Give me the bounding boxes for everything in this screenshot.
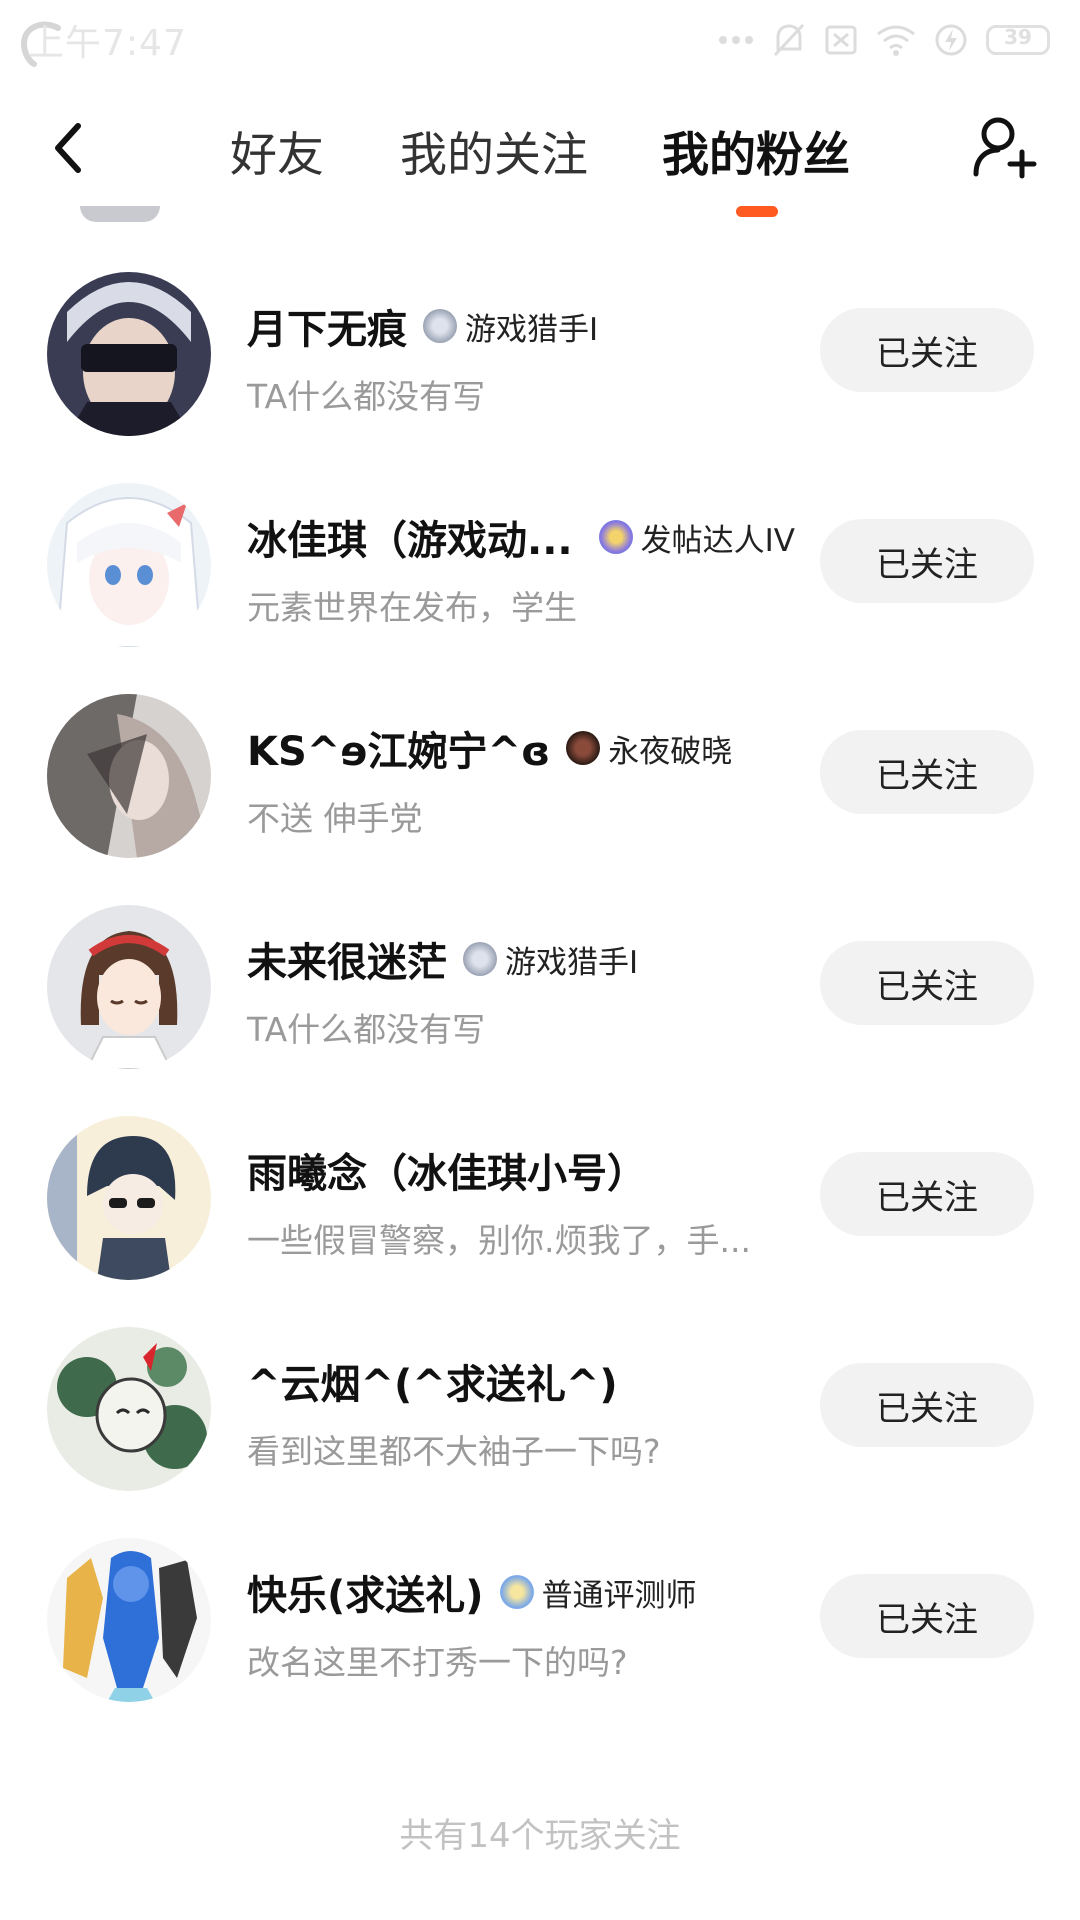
back-icon[interactable] (44, 116, 94, 180)
battery-icon: 39 (986, 25, 1050, 55)
fan-badge: 发帖达人IV (598, 515, 795, 560)
avatar[interactable] (47, 694, 211, 858)
avatar[interactable] (47, 483, 211, 647)
fan-row[interactable]: 月下无痕 游戏猎手I TA什么都没有写 已关注 (0, 248, 1080, 459)
avatar[interactable] (47, 1116, 211, 1280)
fan-bio: 改名这里不打秀一下的吗? (247, 1643, 628, 1682)
status-time: 上午7:47 (28, 23, 187, 64)
fan-row[interactable]: 快乐(求送礼) 普通评测师 改名这里不打秀一下的吗? 已关注 (0, 1514, 1080, 1725)
name-line: ^云烟^(^求送礼^) (247, 1351, 618, 1411)
reviewer-badge-icon (499, 1575, 534, 1609)
name-line: 雨曦念（冰佳琪小号） (247, 1140, 647, 1200)
fan-badge: 游戏猎手I (463, 937, 638, 982)
name-line: 月下无痕 游戏猎手I (247, 296, 598, 356)
badge-label: 永夜破晓 (608, 733, 733, 770)
no-sim-icon (825, 25, 857, 55)
fan-badge: 永夜破晓 (566, 726, 732, 771)
badge-label: 发帖达人IV (640, 522, 795, 559)
avatar[interactable] (47, 1327, 211, 1491)
followed-button[interactable]: 已关注 (820, 308, 1034, 392)
badge-label: 游戏猎手I (505, 944, 639, 981)
avatar[interactable] (47, 905, 211, 1069)
fan-row[interactable]: 雨曦念（冰佳琪小号） 一些假冒警察，别你.烦我了，手... 已关注 (0, 1092, 1080, 1303)
fan-name[interactable]: 未来很迷茫 (247, 930, 447, 988)
hunter-badge-icon (423, 309, 457, 343)
more-dots-icon (719, 36, 753, 44)
fan-bio: TA什么都没有写 (247, 377, 486, 416)
fan-badge: 游戏猎手I (423, 304, 598, 349)
badge-label: 普通评测师 (541, 1577, 697, 1614)
fan-name[interactable]: 月下无痕 (247, 297, 407, 355)
fan-row[interactable]: 未来很迷茫 游戏猎手I TA什么都没有写 已关注 (0, 881, 1080, 1092)
power-save-icon (935, 24, 967, 56)
tab-following[interactable]: 我的关注 (400, 116, 588, 185)
fan-row[interactable]: KS^ɘ江婉宁^ɞ 永夜破晓 不送 伸手党 已关注 (0, 670, 1080, 881)
fans-list: 月下无痕 游戏猎手I TA什么都没有写 已关注 冰佳琪（游戏动... 发帖达人I… (0, 248, 1080, 1725)
name-line: 未来很迷茫 游戏猎手I (247, 929, 638, 989)
fan-badge: 普通评测师 (499, 1570, 697, 1615)
tab-friends[interactable]: 好友 (230, 116, 324, 185)
avatar[interactable] (47, 272, 211, 436)
followed-button[interactable]: 已关注 (820, 730, 1034, 814)
tab-fans[interactable]: 我的粉丝 (662, 116, 850, 185)
status-icons: 39 (718, 18, 1050, 62)
add-user-icon[interactable] (970, 112, 1042, 184)
followed-button[interactable]: 已关注 (820, 519, 1034, 603)
fan-name[interactable]: KS^ɘ江婉宁^ɞ (247, 719, 550, 777)
nav-header: 好友 我的关注 我的粉丝 (0, 90, 1080, 230)
fan-row[interactable]: 冰佳琪（游戏动... 发帖达人IV 元素世界在发布，学生 已关注 (0, 459, 1080, 670)
fan-bio: 一些假冒警察，别你.烦我了，手... (247, 1221, 751, 1260)
fan-bio: 不送 伸手党 (247, 799, 423, 838)
followed-button[interactable]: 已关注 (820, 1152, 1034, 1236)
avatar[interactable] (47, 1538, 211, 1702)
fan-bio: 元素世界在发布，学生 (247, 588, 577, 627)
fan-bio: 看到这里都不大袖子一下吗? (247, 1432, 661, 1471)
wifi-icon (877, 25, 915, 56)
hunter-badge-icon (463, 942, 497, 976)
active-tab-indicator (736, 206, 778, 217)
badge-label: 游戏猎手I (465, 311, 599, 348)
name-line: KS^ɘ江婉宁^ɞ 永夜破晓 (247, 718, 732, 778)
fan-name[interactable]: ^云烟^(^求送礼^) (247, 1352, 618, 1410)
partial-avatar (80, 206, 160, 222)
followed-button[interactable]: 已关注 (820, 941, 1034, 1025)
fan-row[interactable]: ^云烟^(^求送礼^) 看到这里都不大袖子一下吗? 已关注 (0, 1303, 1080, 1514)
fan-name[interactable]: 快乐(求送礼) (247, 1563, 484, 1621)
night-badge-icon (566, 731, 601, 765)
status-bar: 上午7:47 39 (0, 0, 1080, 80)
fan-name[interactable]: 雨曦念（冰佳琪小号） (247, 1141, 647, 1199)
mute-bell-icon (773, 23, 805, 57)
poster-badge-icon (598, 520, 633, 554)
followed-button[interactable]: 已关注 (820, 1574, 1034, 1658)
name-line: 快乐(求送礼) 普通评测师 (247, 1562, 697, 1622)
fan-count-footer: 共有14个玩家关注 (399, 1816, 681, 1856)
battery-level: 39 (1004, 25, 1032, 49)
fan-bio: TA什么都没有写 (247, 1010, 486, 1049)
name-line: 冰佳琪（游戏动... 发帖达人IV (247, 507, 795, 567)
followed-button[interactable]: 已关注 (820, 1363, 1034, 1447)
fan-name[interactable]: 冰佳琪（游戏动... (247, 508, 573, 566)
